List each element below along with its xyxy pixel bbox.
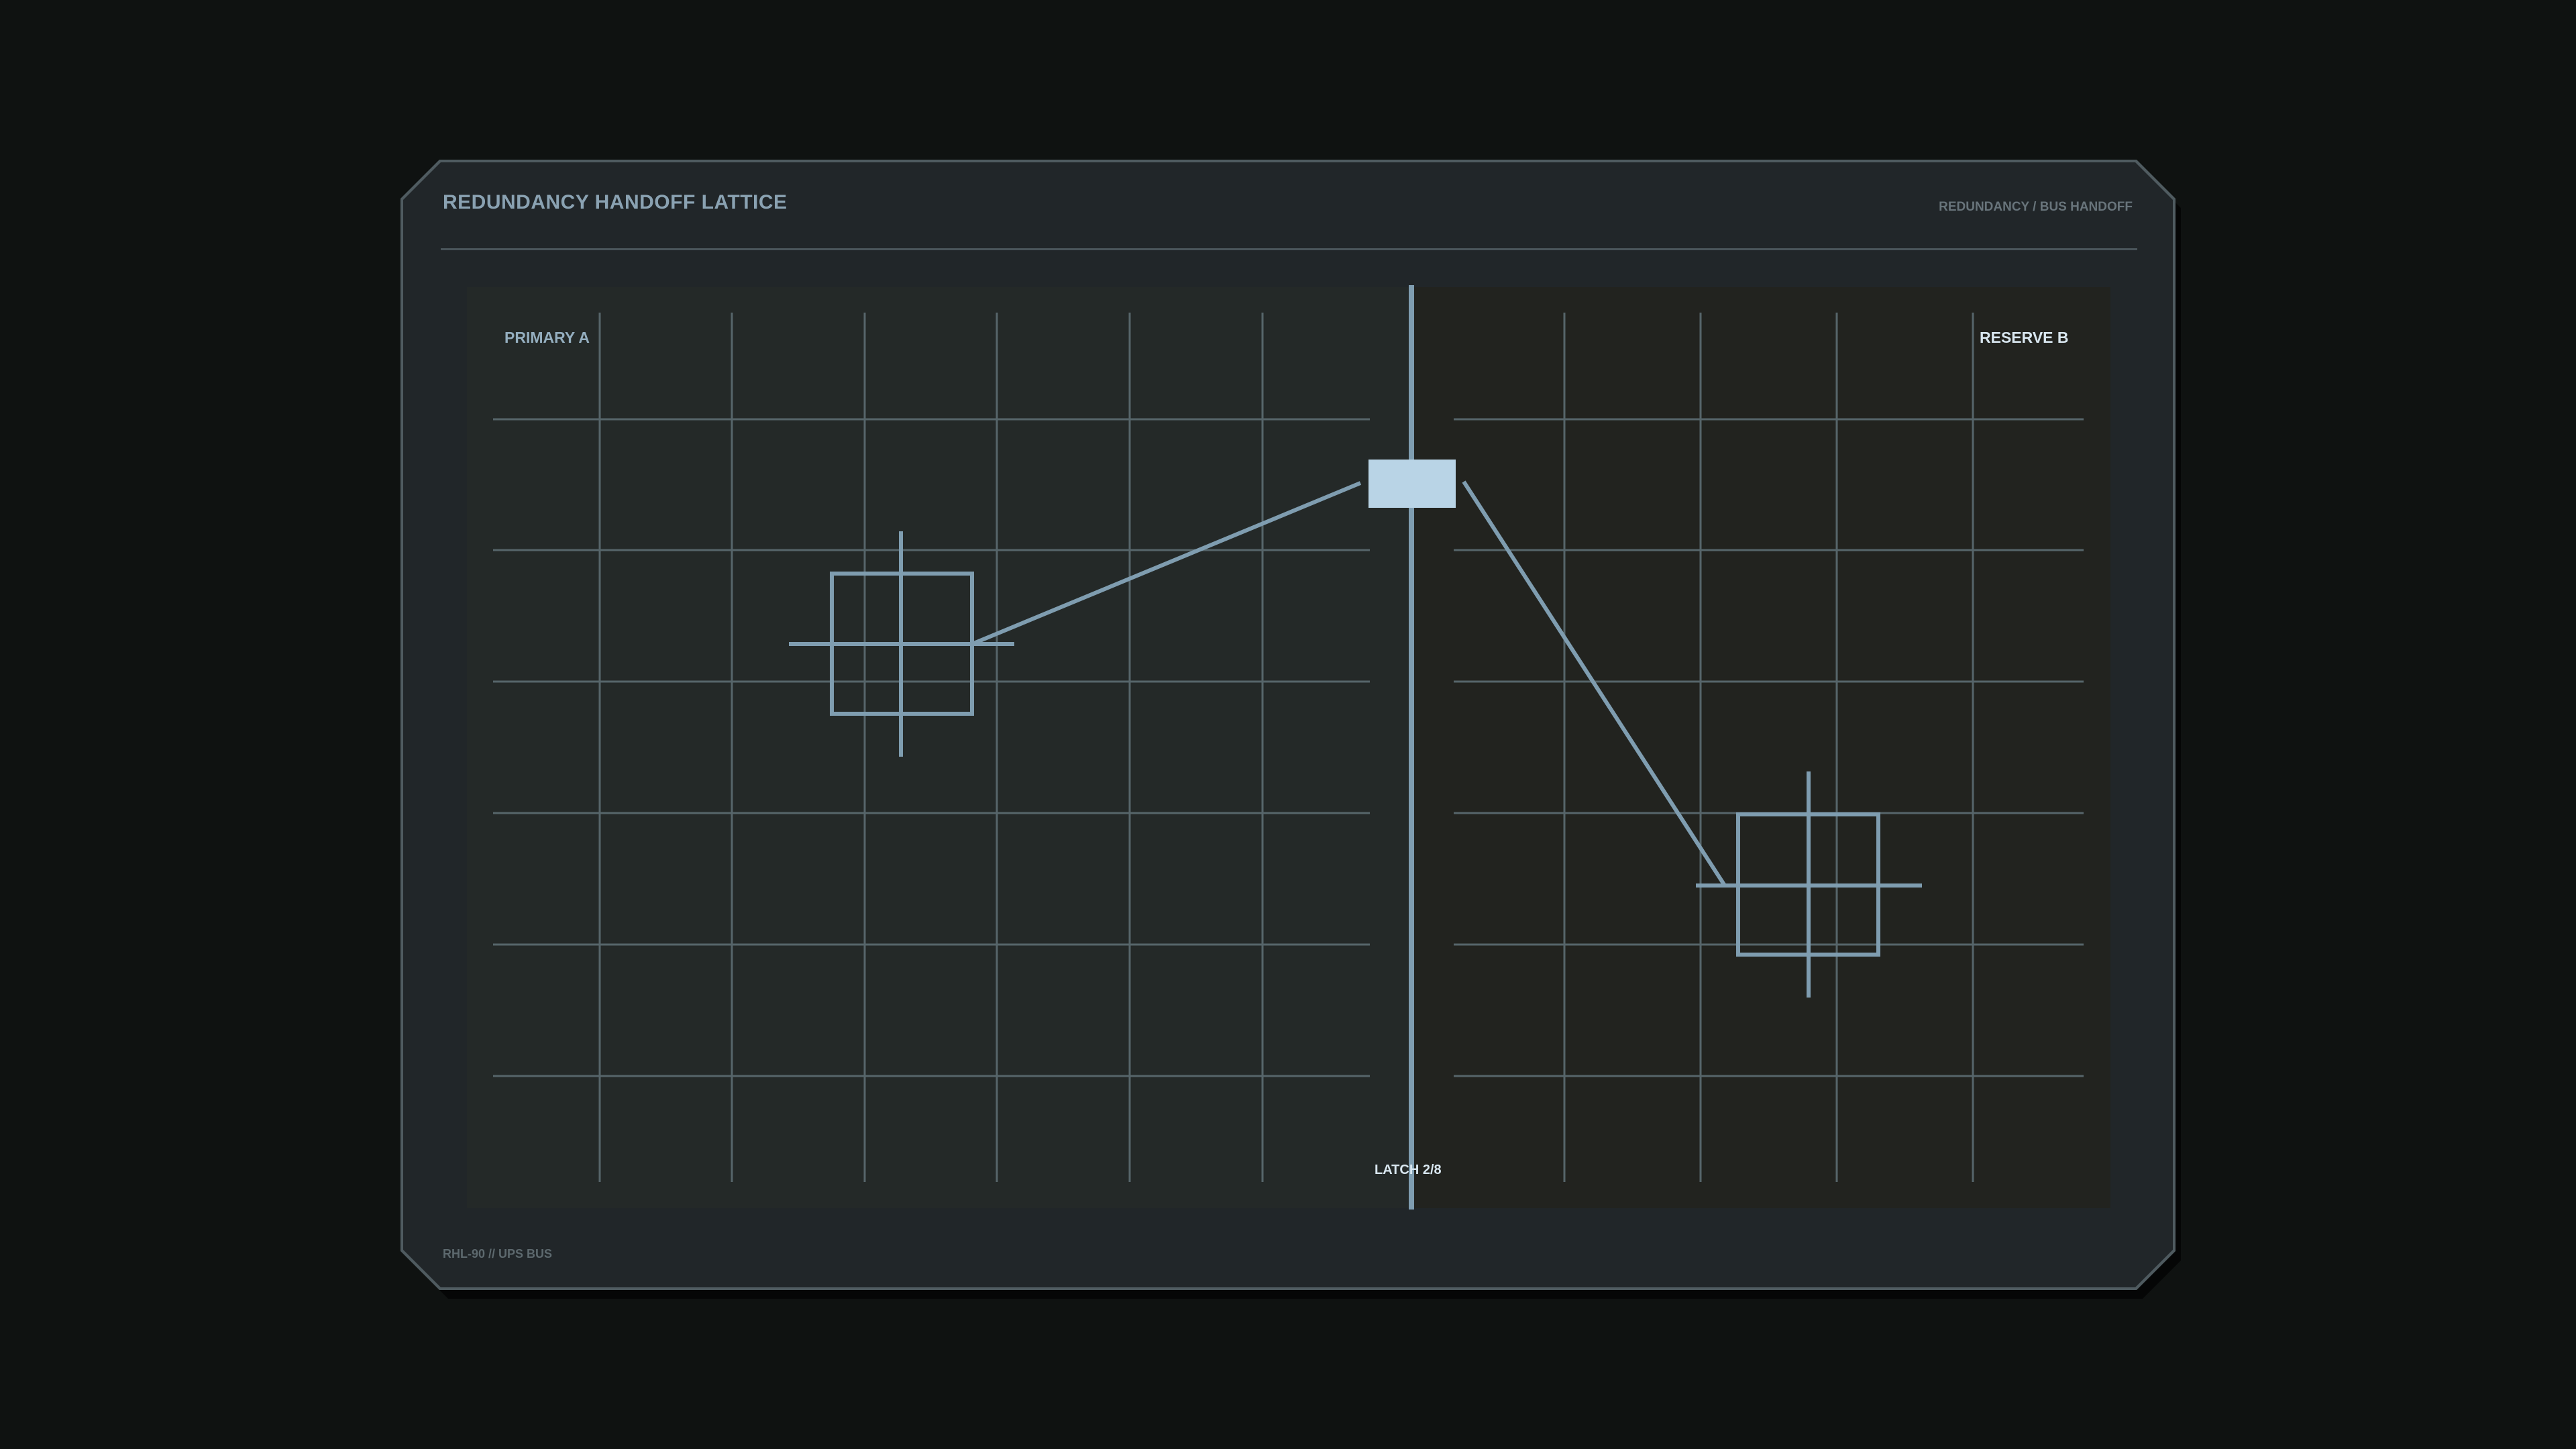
reserve-node <box>1696 771 1922 998</box>
latch-block <box>1368 460 1456 508</box>
primary-zone-label: PRIMARY A <box>504 329 590 346</box>
reserve-grid <box>1454 313 2084 1182</box>
latch-label: LATCH 2/8 <box>1375 1163 1442 1177</box>
footer-label: RHL-90 // UPS BUS <box>443 1247 553 1260</box>
reserve-zone-label: RESERVE B <box>1980 329 2069 346</box>
link-latch-to-reserve <box>1462 480 1727 887</box>
lattice-diagram <box>493 285 2084 1210</box>
primary-grid <box>493 313 1370 1182</box>
primary-node <box>789 531 1014 757</box>
link-primary-to-latch <box>971 481 1362 646</box>
